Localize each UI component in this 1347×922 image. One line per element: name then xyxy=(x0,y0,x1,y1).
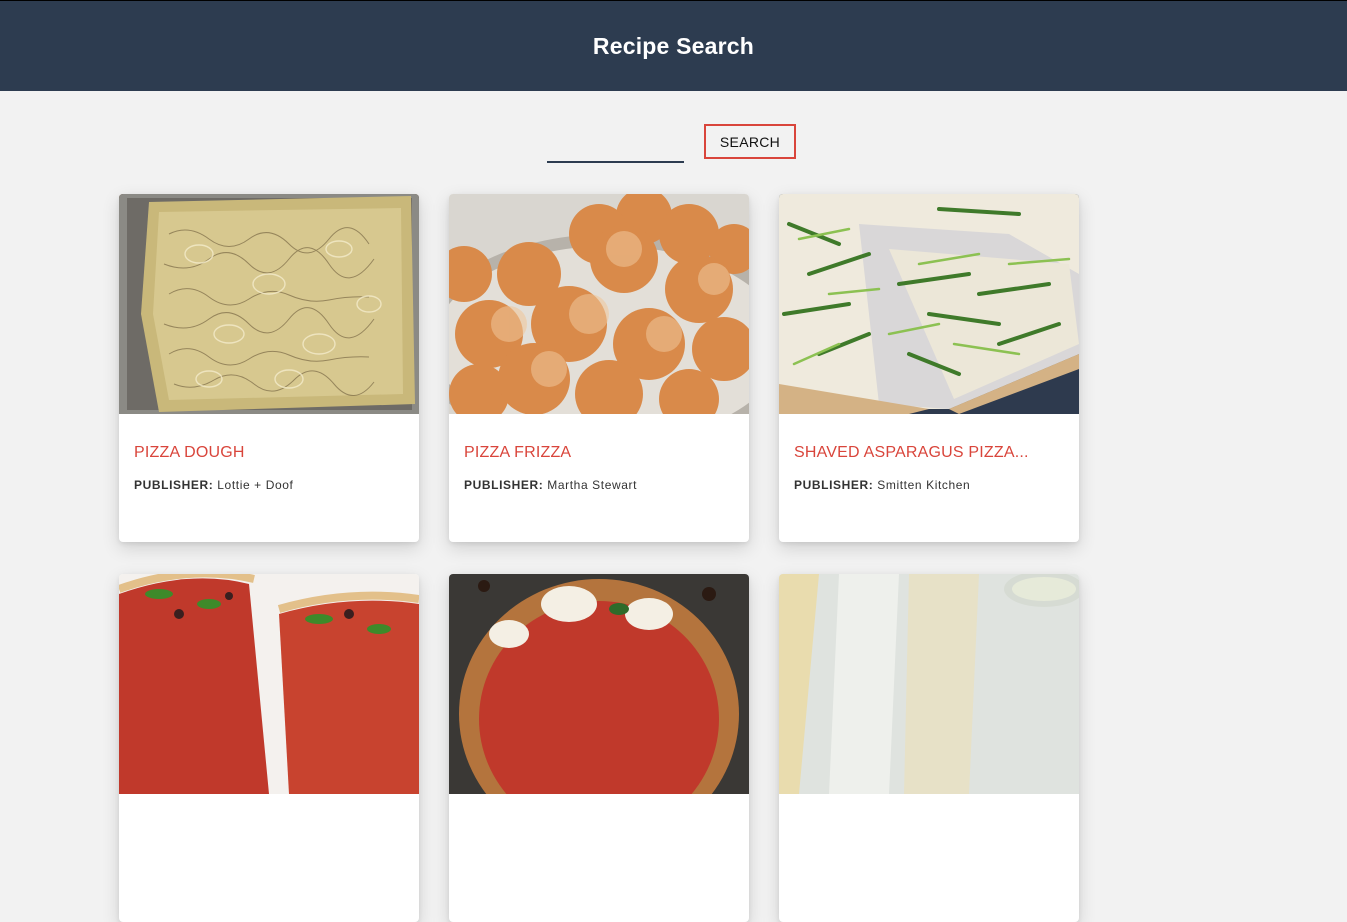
recipe-card[interactable]: SHAVED ASPARAGUS PIZZA... PUBLISHER: Smi… xyxy=(779,194,1079,542)
publisher-label: PUBLISHER: xyxy=(794,478,874,492)
app-header: Recipe Search xyxy=(0,0,1347,91)
recipe-title[interactable]: PIZZA FRIZZA xyxy=(464,444,734,462)
recipe-image-arugula-pizza xyxy=(119,574,419,794)
recipe-title[interactable]: SHAVED ASPARAGUS PIZZA... xyxy=(794,444,1064,462)
recipe-card[interactable] xyxy=(119,574,419,922)
recipe-image-sugared-dough-balls xyxy=(449,194,749,414)
recipe-publisher: PUBLISHER: Lottie + Doof xyxy=(134,478,404,492)
recipe-card[interactable]: PIZZA FRIZZA PUBLISHER: Martha Stewart xyxy=(449,194,749,542)
recipe-card[interactable] xyxy=(449,574,749,922)
search-input[interactable] xyxy=(547,133,684,163)
search-bar: SEARCH xyxy=(0,91,1347,194)
recipe-image-asparagus-pizza xyxy=(779,194,1079,414)
page-title: Recipe Search xyxy=(592,32,755,59)
recipe-card[interactable] xyxy=(779,574,1079,922)
search-button[interactable]: SEARCH xyxy=(704,124,796,159)
recipe-title[interactable]: PIZZA DOUGH xyxy=(134,444,404,462)
recipe-grid: PIZZA DOUGH PUBLISHER: Lottie + Doof PIZ… xyxy=(119,194,1079,922)
publisher-name: Martha Stewart xyxy=(547,478,638,492)
recipe-image-onion-flatbread xyxy=(119,194,419,414)
recipe-publisher: PUBLISHER: Martha Stewart xyxy=(464,478,734,492)
publisher-label: PUBLISHER: xyxy=(464,478,544,492)
recipe-image-margherita-pizza xyxy=(449,574,749,794)
publisher-label: PUBLISHER: xyxy=(134,478,214,492)
recipe-image-drink xyxy=(779,574,1079,794)
recipe-publisher: PUBLISHER: Smitten Kitchen xyxy=(794,478,1064,492)
publisher-name: Smitten Kitchen xyxy=(877,478,971,492)
publisher-name: Lottie + Doof xyxy=(217,478,294,492)
recipe-card[interactable]: PIZZA DOUGH PUBLISHER: Lottie + Doof xyxy=(119,194,419,542)
